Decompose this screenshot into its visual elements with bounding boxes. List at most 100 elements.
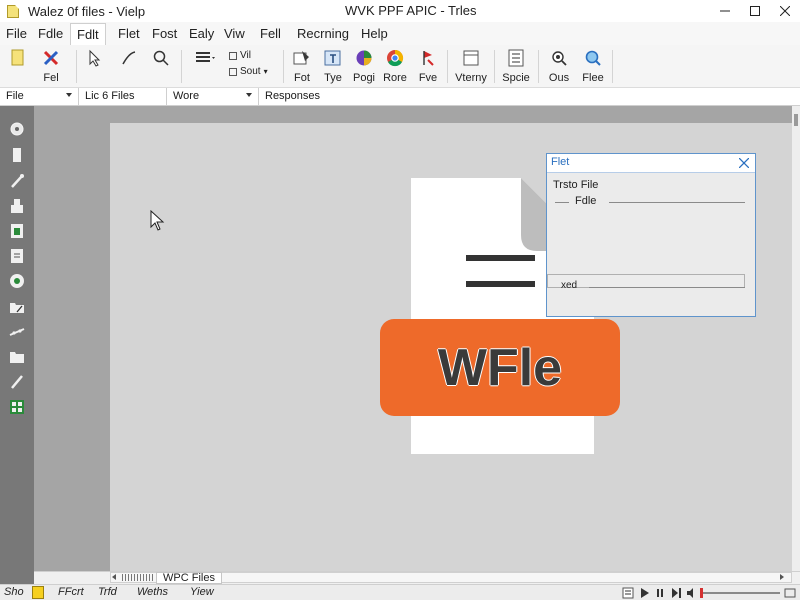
type-label: Tye bbox=[324, 72, 342, 84]
menu-bar: File Fdle Fdlt Flet Fost Ealy Viw Fell R… bbox=[0, 22, 800, 45]
folder-edit-tool[interactable] bbox=[8, 298, 26, 316]
cut-icon bbox=[42, 49, 60, 67]
volume-icon[interactable] bbox=[686, 587, 698, 599]
column-wore[interactable]: Wore bbox=[167, 88, 259, 106]
dialog-close-icon[interactable] bbox=[739, 158, 749, 168]
media-icon[interactable] bbox=[622, 587, 634, 599]
column-file[interactable]: File bbox=[0, 88, 79, 106]
maximize-icon bbox=[750, 6, 760, 16]
select-button[interactable] bbox=[84, 49, 106, 67]
document-tab[interactable]: WPC Files bbox=[156, 572, 222, 584]
chrome-tool[interactable] bbox=[8, 272, 26, 290]
menu-item[interactable]: File bbox=[6, 26, 27, 41]
scroll-right-icon[interactable] bbox=[780, 574, 784, 580]
play-icon[interactable] bbox=[638, 587, 650, 599]
window-title-center: WVK PPF APIC - Trles bbox=[345, 3, 477, 18]
file-dialog: Flet Trsto File Fdle xed bbox=[546, 153, 756, 317]
new-file-icon bbox=[9, 49, 27, 67]
pause-icon[interactable] bbox=[654, 587, 666, 599]
dialog-option-label: xed bbox=[561, 280, 578, 291]
window-icon bbox=[462, 49, 480, 67]
menu-item-active[interactable]: Fdlt bbox=[70, 23, 106, 45]
view-option[interactable]: Vil bbox=[229, 50, 251, 61]
folder-edit-icon bbox=[10, 303, 24, 313]
status-badge bbox=[32, 586, 44, 599]
dialog-divider bbox=[609, 202, 745, 203]
font-label: Fot bbox=[294, 72, 310, 84]
menu-item[interactable]: Flet bbox=[118, 26, 140, 41]
menu-item[interactable]: Fost bbox=[152, 26, 177, 41]
menu-item[interactable]: Recrning bbox=[297, 26, 349, 41]
status-label: Sho bbox=[4, 586, 24, 598]
close-button[interactable] bbox=[770, 0, 800, 22]
seek-handle[interactable] bbox=[700, 588, 703, 598]
folder-tool[interactable] bbox=[8, 348, 26, 366]
status-item[interactable]: Trfd bbox=[98, 586, 117, 598]
dialog-field-label: Fdle bbox=[575, 195, 597, 207]
options-button[interactable]: Ous bbox=[546, 49, 572, 84]
column-responses[interactable]: Responses bbox=[259, 88, 339, 106]
calculator-tool[interactable] bbox=[8, 398, 26, 416]
stamp-tool[interactable] bbox=[8, 197, 26, 215]
eyedropper-icon bbox=[11, 174, 24, 188]
scrollbar-thumb[interactable] bbox=[122, 574, 154, 581]
menu-item[interactable]: Help bbox=[361, 26, 388, 41]
status-item[interactable]: Weths bbox=[137, 586, 168, 598]
vertical-scrollbar[interactable] bbox=[792, 106, 800, 571]
fullscreen-icon[interactable] bbox=[784, 587, 796, 599]
scrollbar-thumb[interactable] bbox=[794, 114, 798, 126]
restore-label: Rore bbox=[383, 72, 407, 84]
grid-icon bbox=[507, 49, 525, 67]
type-icon bbox=[324, 49, 342, 67]
spreadsheet-tool[interactable] bbox=[8, 222, 26, 240]
chrome-icon bbox=[10, 274, 24, 288]
sort-option[interactable]: Sout ▾ bbox=[229, 66, 268, 77]
status-item[interactable]: Yiew bbox=[190, 586, 214, 598]
arrows-tool[interactable] bbox=[8, 323, 26, 341]
pen-icon bbox=[120, 49, 138, 67]
search-icon bbox=[152, 49, 170, 67]
file-type-text: WFle bbox=[437, 338, 563, 397]
space-button[interactable]: Spcie bbox=[500, 49, 532, 84]
dialog-title-bar: Flet bbox=[547, 154, 755, 173]
fave-button[interactable]: Fve bbox=[415, 49, 441, 84]
column-header-bar: File Lic 6 Files Wore Responses bbox=[0, 88, 800, 106]
eyedropper-tool[interactable] bbox=[8, 172, 26, 190]
globe-icon bbox=[355, 49, 373, 67]
fave-label: Fve bbox=[418, 72, 438, 84]
search-button[interactable] bbox=[150, 49, 172, 67]
font-button[interactable]: Fot bbox=[289, 49, 315, 84]
scroll-left-icon[interactable] bbox=[112, 574, 116, 580]
seek-track[interactable] bbox=[700, 592, 780, 594]
list-button[interactable] bbox=[188, 49, 218, 67]
new-file-button[interactable] bbox=[7, 49, 29, 67]
left-tool-strip bbox=[0, 106, 34, 584]
document-tool[interactable] bbox=[8, 247, 26, 265]
page-icon bbox=[13, 148, 21, 162]
page-tool[interactable] bbox=[8, 146, 26, 164]
pen-button[interactable] bbox=[118, 49, 140, 67]
menu-item[interactable]: Ealy bbox=[189, 26, 214, 41]
menu-item[interactable]: Viw bbox=[224, 26, 245, 41]
page-label: Pogi bbox=[352, 72, 376, 84]
page-button[interactable]: Pogi bbox=[351, 49, 377, 84]
menu-item[interactable]: Fell bbox=[260, 26, 281, 41]
minimize-button[interactable] bbox=[710, 0, 740, 22]
next-icon[interactable] bbox=[670, 587, 682, 599]
memory-button[interactable]: Vterny bbox=[453, 49, 489, 84]
toolbar-separator bbox=[181, 50, 182, 83]
menu-item[interactable]: Fdle bbox=[38, 26, 63, 41]
brush-tool[interactable] bbox=[8, 373, 26, 391]
status-item[interactable]: FFcrt bbox=[58, 586, 84, 598]
file-type-banner: WFle bbox=[380, 319, 620, 416]
toolbar-separator bbox=[447, 50, 448, 83]
rotate-tool[interactable] bbox=[8, 120, 26, 138]
find-button[interactable]: Flee bbox=[579, 49, 607, 84]
restore-button[interactable]: Rore bbox=[381, 49, 409, 84]
cut-button[interactable]: Fel bbox=[34, 49, 68, 84]
toolbar-separator bbox=[494, 50, 495, 83]
maximize-button[interactable] bbox=[740, 0, 770, 22]
type-button[interactable]: Tye bbox=[320, 49, 346, 84]
column-files[interactable]: Lic 6 Files bbox=[79, 88, 167, 106]
toolbar-separator bbox=[283, 50, 284, 83]
